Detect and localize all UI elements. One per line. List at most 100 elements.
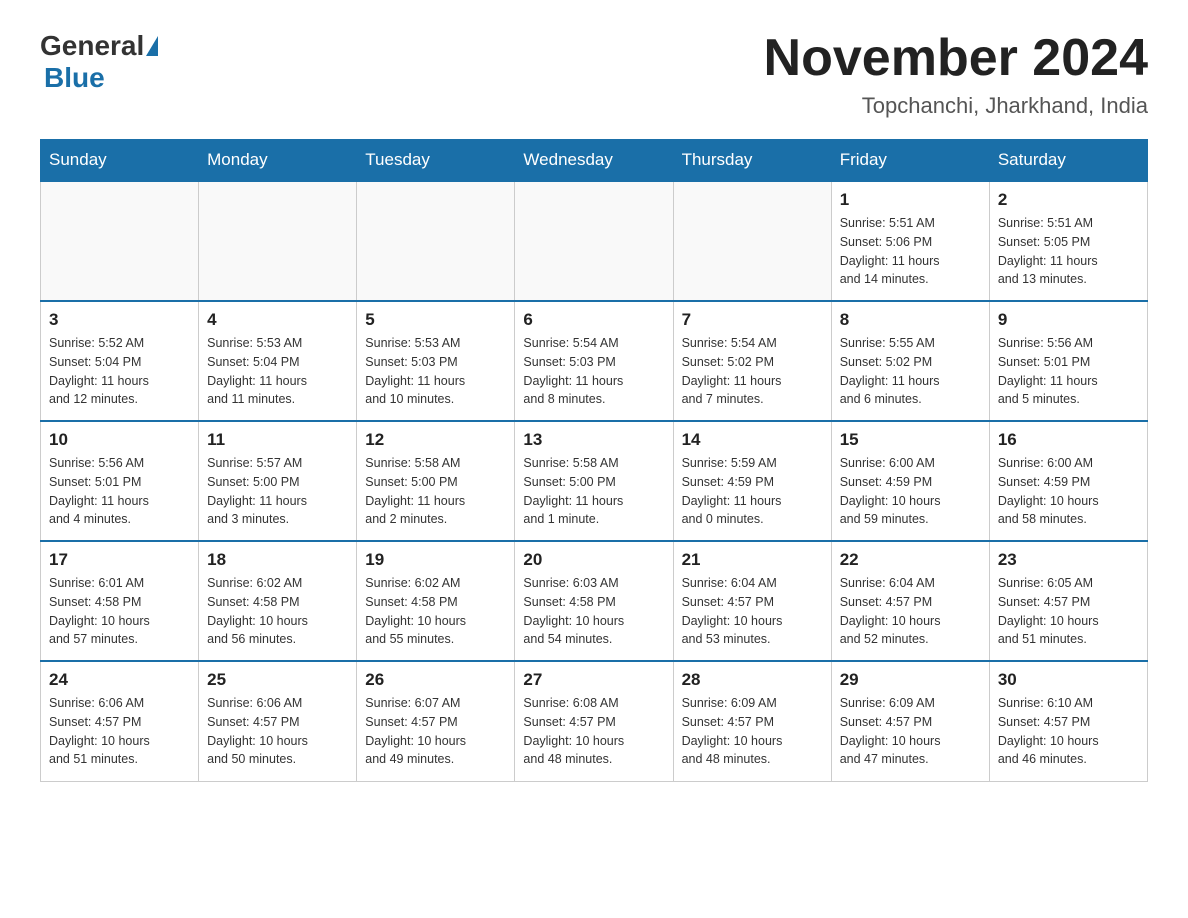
location-title: Topchanchi, Jharkhand, India: [764, 93, 1148, 119]
calendar-cell: [357, 181, 515, 301]
day-number: 30: [998, 670, 1139, 690]
calendar-cell: 4 Sunrise: 5:53 AMSunset: 5:04 PMDaylight…: [199, 301, 357, 421]
day-info: Sunrise: 5:57 AMSunset: 5:00 PMDaylight:…: [207, 454, 348, 529]
calendar-cell: 22 Sunrise: 6:04 AMSunset: 4:57 PMDayligh…: [831, 541, 989, 661]
calendar-cell: 2 Sunrise: 5:51 AMSunset: 5:05 PMDaylight…: [989, 181, 1147, 301]
calendar-cell: 24 Sunrise: 6:06 AMSunset: 4:57 PMDayligh…: [41, 661, 199, 781]
day-info: Sunrise: 6:04 AMSunset: 4:57 PMDaylight:…: [682, 574, 823, 649]
calendar-cell: 9 Sunrise: 5:56 AMSunset: 5:01 PMDaylight…: [989, 301, 1147, 421]
day-number: 26: [365, 670, 506, 690]
calendar-cell: 23Sunrise: 6:05 AMSunset: 4:57 PMDayligh…: [989, 541, 1147, 661]
calendar-cell: 6Sunrise: 5:54 AMSunset: 5:03 PMDaylight…: [515, 301, 673, 421]
calendar-cell: 18 Sunrise: 6:02 AMSunset: 4:58 PMDayligh…: [199, 541, 357, 661]
calendar-week-row: 3 Sunrise: 5:52 AMSunset: 5:04 PMDaylight…: [41, 301, 1148, 421]
day-info: Sunrise: 5:51 AMSunset: 5:05 PMDaylight:…: [998, 214, 1139, 289]
day-number: 29: [840, 670, 981, 690]
day-number: 5: [365, 310, 506, 330]
logo-blue-text: Blue: [44, 62, 105, 93]
title-area: November 2024 Topchanchi, Jharkhand, Ind…: [764, 30, 1148, 119]
day-number: 24: [49, 670, 190, 690]
day-info: Sunrise: 6:04 AMSunset: 4:57 PMDaylight:…: [840, 574, 981, 649]
calendar-cell: 15 Sunrise: 6:00 AMSunset: 4:59 PMDayligh…: [831, 421, 989, 541]
calendar-cell: 17 Sunrise: 6:01 AMSunset: 4:58 PMDayligh…: [41, 541, 199, 661]
day-number: 1: [840, 190, 981, 210]
day-info: Sunrise: 5:54 AMSunset: 5:02 PMDaylight:…: [682, 334, 823, 409]
day-info: Sunrise: 5:56 AMSunset: 5:01 PMDaylight:…: [998, 334, 1139, 409]
day-info: Sunrise: 5:56 AMSunset: 5:01 PMDaylight:…: [49, 454, 190, 529]
logo-general-text: General: [40, 30, 144, 62]
day-info: Sunrise: 5:55 AMSunset: 5:02 PMDaylight:…: [840, 334, 981, 409]
calendar-cell: 14Sunrise: 5:59 AMSunset: 4:59 PMDayligh…: [673, 421, 831, 541]
day-number: 11: [207, 430, 348, 450]
calendar-cell: 26 Sunrise: 6:07 AMSunset: 4:57 PMDayligh…: [357, 661, 515, 781]
calendar-cell: 16 Sunrise: 6:00 AMSunset: 4:59 PMDayligh…: [989, 421, 1147, 541]
calendar-cell: 11 Sunrise: 5:57 AMSunset: 5:00 PMDayligh…: [199, 421, 357, 541]
day-info: Sunrise: 5:52 AMSunset: 5:04 PMDaylight:…: [49, 334, 190, 409]
day-number: 16: [998, 430, 1139, 450]
day-number: 15: [840, 430, 981, 450]
calendar-week-row: 1 Sunrise: 5:51 AMSunset: 5:06 PMDaylight…: [41, 181, 1148, 301]
day-number: 19: [365, 550, 506, 570]
logo-triangle-icon: [146, 36, 158, 56]
calendar-cell: 30 Sunrise: 6:10 AMSunset: 4:57 PMDayligh…: [989, 661, 1147, 781]
day-number: 28: [682, 670, 823, 690]
day-number: 7: [682, 310, 823, 330]
day-number: 2: [998, 190, 1139, 210]
day-info: Sunrise: 6:06 AMSunset: 4:57 PMDaylight:…: [49, 694, 190, 769]
calendar-cell: 19 Sunrise: 6:02 AMSunset: 4:58 PMDayligh…: [357, 541, 515, 661]
calendar-cell: 13 Sunrise: 5:58 AMSunset: 5:00 PMDayligh…: [515, 421, 673, 541]
day-info: Sunrise: 6:01 AMSunset: 4:58 PMDaylight:…: [49, 574, 190, 649]
day-number: 3: [49, 310, 190, 330]
weekday-header-saturday: Saturday: [989, 140, 1147, 182]
calendar-header: SundayMondayTuesdayWednesdayThursdayFrid…: [41, 140, 1148, 182]
day-info: Sunrise: 6:10 AMSunset: 4:57 PMDaylight:…: [998, 694, 1139, 769]
calendar-cell: 21 Sunrise: 6:04 AMSunset: 4:57 PMDayligh…: [673, 541, 831, 661]
calendar-cell: 10Sunrise: 5:56 AMSunset: 5:01 PMDayligh…: [41, 421, 199, 541]
day-number: 4: [207, 310, 348, 330]
day-info: Sunrise: 6:05 AMSunset: 4:57 PMDaylight:…: [998, 574, 1139, 649]
calendar-cell: 8 Sunrise: 5:55 AMSunset: 5:02 PMDaylight…: [831, 301, 989, 421]
day-info: Sunrise: 6:00 AMSunset: 4:59 PMDaylight:…: [998, 454, 1139, 529]
day-number: 12: [365, 430, 506, 450]
weekday-header-monday: Monday: [199, 140, 357, 182]
calendar-cell: 3 Sunrise: 5:52 AMSunset: 5:04 PMDaylight…: [41, 301, 199, 421]
calendar-cell: 20 Sunrise: 6:03 AMSunset: 4:58 PMDayligh…: [515, 541, 673, 661]
day-number: 20: [523, 550, 664, 570]
page-header: General Blue November 2024 Topchanchi, J…: [40, 30, 1148, 119]
day-number: 21: [682, 550, 823, 570]
day-number: 8: [840, 310, 981, 330]
day-number: 17: [49, 550, 190, 570]
calendar-table: SundayMondayTuesdayWednesdayThursdayFrid…: [40, 139, 1148, 782]
calendar-cell: 28Sunrise: 6:09 AMSunset: 4:57 PMDayligh…: [673, 661, 831, 781]
calendar-cell: 27Sunrise: 6:08 AMSunset: 4:57 PMDayligh…: [515, 661, 673, 781]
calendar-cell: 5 Sunrise: 5:53 AMSunset: 5:03 PMDaylight…: [357, 301, 515, 421]
day-info: Sunrise: 6:09 AMSunset: 4:57 PMDaylight:…: [840, 694, 981, 769]
calendar-cell: 25Sunrise: 6:06 AMSunset: 4:57 PMDayligh…: [199, 661, 357, 781]
day-info: Sunrise: 6:06 AMSunset: 4:57 PMDaylight:…: [207, 694, 348, 769]
day-info: Sunrise: 5:53 AMSunset: 5:03 PMDaylight:…: [365, 334, 506, 409]
calendar-week-row: 17 Sunrise: 6:01 AMSunset: 4:58 PMDayligh…: [41, 541, 1148, 661]
day-number: 9: [998, 310, 1139, 330]
calendar-cell: [673, 181, 831, 301]
day-info: Sunrise: 5:54 AMSunset: 5:03 PMDaylight:…: [523, 334, 664, 409]
weekday-header-tuesday: Tuesday: [357, 140, 515, 182]
day-info: Sunrise: 5:53 AMSunset: 5:04 PMDaylight:…: [207, 334, 348, 409]
day-number: 22: [840, 550, 981, 570]
day-info: Sunrise: 6:08 AMSunset: 4:57 PMDaylight:…: [523, 694, 664, 769]
day-info: Sunrise: 5:58 AMSunset: 5:00 PMDaylight:…: [523, 454, 664, 529]
day-info: Sunrise: 6:02 AMSunset: 4:58 PMDaylight:…: [207, 574, 348, 649]
day-info: Sunrise: 6:02 AMSunset: 4:58 PMDaylight:…: [365, 574, 506, 649]
day-number: 18: [207, 550, 348, 570]
day-info: Sunrise: 6:07 AMSunset: 4:57 PMDaylight:…: [365, 694, 506, 769]
day-number: 13: [523, 430, 664, 450]
calendar-cell: [515, 181, 673, 301]
day-info: Sunrise: 6:03 AMSunset: 4:58 PMDaylight:…: [523, 574, 664, 649]
calendar-cell: 29 Sunrise: 6:09 AMSunset: 4:57 PMDayligh…: [831, 661, 989, 781]
calendar-cell: 1 Sunrise: 5:51 AMSunset: 5:06 PMDaylight…: [831, 181, 989, 301]
day-info: Sunrise: 5:51 AMSunset: 5:06 PMDaylight:…: [840, 214, 981, 289]
logo: General Blue: [40, 30, 160, 94]
calendar-cell: [199, 181, 357, 301]
day-info: Sunrise: 5:58 AMSunset: 5:00 PMDaylight:…: [365, 454, 506, 529]
day-info: Sunrise: 6:00 AMSunset: 4:59 PMDaylight:…: [840, 454, 981, 529]
weekday-header-sunday: Sunday: [41, 140, 199, 182]
